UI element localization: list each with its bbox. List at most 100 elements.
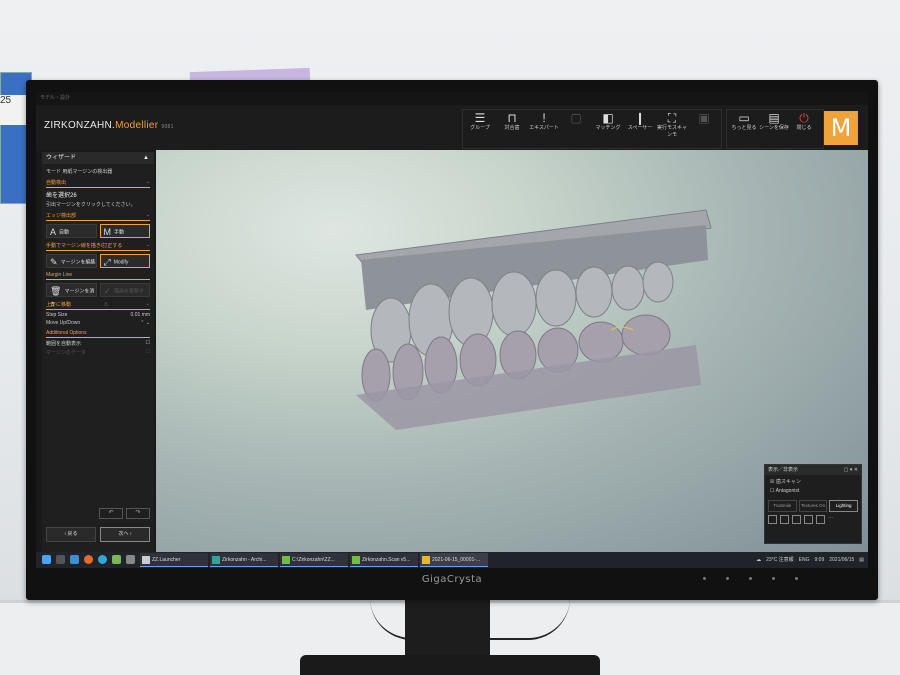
view-mode-icon[interactable] <box>816 515 825 524</box>
modify-icon: ⤢ <box>103 257 111 267</box>
move-label: Move Up/Down <box>46 320 81 326</box>
clock-time[interactable]: 9:09 <box>815 552 825 568</box>
archiv-icon <box>212 556 220 564</box>
trusmile-toggle[interactable]: TruSmile <box>768 500 797 512</box>
modify-button[interactable]: ⤢ Modify <box>99 254 150 268</box>
display-visibility-panel: 表示／非表示 ▢ ▾ ✕ ☒ 歯スキャン ☐ Antagonist TruSmil… <box>764 464 862 544</box>
language-indicator[interactable]: ENG <box>799 552 810 568</box>
tool-group-button[interactable]: ☰ グループ <box>464 111 496 132</box>
3d-viewport[interactable]: 表示／非表示 ▢ ▾ ✕ ☒ 歯スキャン ☐ Antagonist TruSmil… <box>156 150 868 552</box>
wizard-header[interactable]: ウィザード ▲ <box>42 152 154 164</box>
tool-spacer-button[interactable]: ❙ スペーサー <box>624 111 656 132</box>
app-label: Zirkonzahn - Archi... <box>222 557 267 563</box>
monitor-stand-base <box>300 655 600 675</box>
view-mode-icon[interactable] <box>768 515 777 524</box>
checkbox[interactable]: ☐ <box>146 349 150 355</box>
button-label: 次へ <box>118 531 129 537</box>
checkbox-icon[interactable]: ☐ <box>770 488 774 494</box>
delete-margin-button[interactable]: 🗑 マージンを消去 <box>46 283 97 308</box>
tool-label: ちっと見る <box>731 125 757 131</box>
more-icon[interactable]: ⋯ <box>828 515 835 522</box>
taskbar-app[interactable]: C:\Zirkonzahn\ZZ... <box>280 553 348 567</box>
chevron-down-icon[interactable]: ⌄ <box>146 320 150 326</box>
tool-label: 閉じる <box>796 125 812 131</box>
update-drawing-button[interactable]: ✓ 描画を更新する <box>99 283 150 308</box>
edit-margin-button[interactable]: ✎ マージンを編集 <box>46 254 97 268</box>
layer-item[interactable]: ☐ Antagonist <box>765 488 861 494</box>
notification-icon[interactable]: ▤ <box>859 552 864 568</box>
weather-text[interactable]: 23°C 注意報 <box>766 552 794 568</box>
tool-matching-button[interactable]: ◧ マッチング <box>592 111 624 132</box>
layer-item[interactable]: ☒ 歯スキャン <box>765 478 861 485</box>
mail-icon[interactable] <box>70 555 79 564</box>
section-additional: Additional Options <box>46 330 150 338</box>
next-button[interactable]: 次へ › <box>100 527 150 542</box>
checkbox[interactable]: ☐ <box>146 340 150 346</box>
view-mode-icon[interactable] <box>780 515 789 524</box>
clock-date[interactable]: 2021/06/15 <box>829 552 854 568</box>
chevron-icon: ⌄ <box>145 179 150 185</box>
app-label: C:\Zirkonzahn\ZZ... <box>292 557 335 563</box>
tool-expert-button[interactable]: ! エキスパート <box>528 111 560 132</box>
button-label: 手動 <box>114 229 125 236</box>
window-controls-icon[interactable]: ▢ ▾ ✕ <box>844 465 858 475</box>
save-scene-button[interactable]: ▤ シーンを保存 <box>758 111 790 132</box>
scan-icon: ⛶ <box>667 111 677 125</box>
tool-label: マッチング <box>595 125 621 131</box>
close-button[interactable]: ⏻ 閉じる <box>788 111 820 132</box>
tool-label: グループ <box>470 125 490 131</box>
button-label: Modify <box>113 259 129 266</box>
step-size-row[interactable]: Step Size 0.01 mm <box>46 312 150 318</box>
trash-icon: 🗑 <box>50 286 62 296</box>
dental-scan-model[interactable] <box>336 200 736 430</box>
selected-tooth: 歯を選択26 <box>46 193 77 199</box>
option-row[interactable]: 範囲を自動表示 ☐ <box>46 340 150 347</box>
tool-label: エキスパート <box>529 125 559 131</box>
top-toolbar: ZIRKONZAHN.Modellier 9081 ☰ グループ ⊓ 対合歯 ! エキス… <box>36 105 868 150</box>
taskbar-app[interactable]: ZZ.Launcher <box>140 553 208 567</box>
power-icon: ⏻ <box>799 111 809 125</box>
tool-disabled-button[interactable]: ▣ <box>688 111 720 125</box>
chevron-up-icon[interactable]: ⌃ <box>140 320 144 326</box>
tool-label: 実行モスキャンモ <box>656 125 687 138</box>
manual-icon: M <box>103 227 112 237</box>
exclamation-icon: ! <box>542 111 546 125</box>
photos-icon[interactable] <box>112 555 121 564</box>
section-manual-edit: 手動でマージン線を描き/訂正する ⌄ <box>46 242 150 251</box>
layer-label: 歯スキャン <box>775 479 801 485</box>
back-button[interactable]: ‹ 戻る <box>46 527 96 542</box>
task-view-icon[interactable] <box>56 555 65 564</box>
app-icon[interactable] <box>126 555 135 564</box>
start-icon[interactable] <box>42 555 51 564</box>
matching-icon: ◧ <box>602 111 614 125</box>
chevron-icon: ⌄ <box>145 242 150 248</box>
taskbar-app[interactable]: Zirkonzahn.Scan v5... <box>350 553 418 567</box>
view-mode-icon[interactable] <box>804 515 813 524</box>
monitor: モデル・設計 ZIRKONZAHN.Modellier 9081 ☰ グループ ⊓ 対… <box>26 80 878 600</box>
checkbox-icon[interactable]: ☒ <box>770 479 774 485</box>
lighting-toggle[interactable]: Lighting <box>829 500 859 512</box>
folder-icon <box>282 556 290 564</box>
edge-icon[interactable] <box>98 555 107 564</box>
tool-antagonist-button[interactable]: ⊓ 対合歯 <box>496 111 528 132</box>
firefox-icon[interactable] <box>84 555 93 564</box>
chevron-icon: ⌄ <box>145 212 150 218</box>
taskbar-app-active[interactable]: 2021-06-15_00001-... <box>420 553 488 567</box>
tool-scan-button[interactable]: ⛶ 実行モスキャンモ <box>656 111 688 139</box>
option-row[interactable]: マージンのデータ ☐ <box>46 349 150 356</box>
section-auto-detect: 自動検出 ⌄ <box>46 179 150 188</box>
view-button[interactable]: ▭ ちっと見る <box>728 111 760 132</box>
redo-icon[interactable]: ↷ <box>126 508 150 519</box>
taskbar-app[interactable]: Zirkonzahn - Archi... <box>210 553 278 567</box>
textures-toggle[interactable]: Textures On <box>798 500 828 512</box>
manual-button[interactable]: M 手動 <box>99 224 150 238</box>
disabled-icon: ▣ <box>698 111 710 125</box>
tool-disabled-button[interactable]: ▢ <box>560 111 592 125</box>
weather-icon[interactable]: ☁ <box>756 552 761 568</box>
undo-icon[interactable]: ↶ <box>99 508 123 519</box>
step-size-value[interactable]: 0.01 <box>131 312 141 318</box>
view-mode-icon[interactable] <box>792 515 801 524</box>
modellier-app-icon <box>422 556 430 564</box>
layer-label: Antagonist <box>775 488 800 494</box>
auto-button[interactable]: A 自動 <box>46 224 97 238</box>
